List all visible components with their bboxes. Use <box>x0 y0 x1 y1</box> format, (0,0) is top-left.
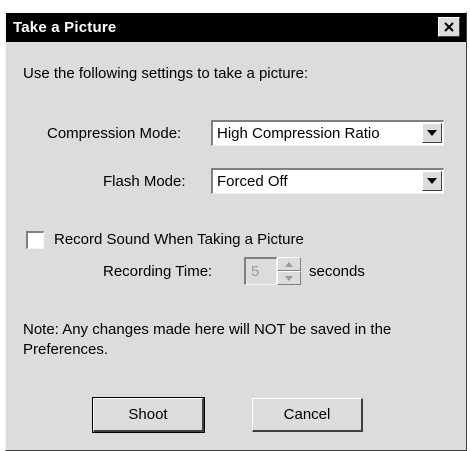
chevron-down-icon <box>427 130 437 136</box>
flash-mode-value: Forced Off <box>217 173 288 190</box>
record-sound-checkbox[interactable] <box>26 231 44 249</box>
record-sound-label[interactable]: Record Sound When Taking a Picture <box>54 231 304 248</box>
compression-mode-select[interactable]: High Compression Ratio <box>211 120 444 146</box>
note-line-1: Note: Any changes made here will NOT be … <box>23 321 392 338</box>
spin-up-button[interactable] <box>277 257 301 271</box>
arrow-up-icon <box>285 261 293 267</box>
spin-down-button[interactable] <box>277 271 301 285</box>
flash-mode-label: Flash Mode: <box>103 173 186 190</box>
compression-mode-label: Compression Mode: <box>47 125 182 142</box>
flash-dropdown-button[interactable] <box>422 171 442 191</box>
cancel-button[interactable]: Cancel <box>252 398 363 432</box>
compression-dropdown-button[interactable] <box>422 123 442 143</box>
note-line-2: Preferences. <box>23 341 109 358</box>
take-picture-dialog: Take a Picture Use the following setting… <box>5 12 467 451</box>
title-bar[interactable]: Take a Picture <box>6 13 466 42</box>
close-button[interactable] <box>438 17 460 37</box>
recording-time-input[interactable]: 5 <box>244 257 277 285</box>
recording-time-unit: seconds <box>309 263 365 280</box>
shoot-button[interactable]: Shoot <box>92 397 205 433</box>
arrow-down-icon <box>285 275 293 281</box>
recording-time-label: Recording Time: <box>103 263 213 280</box>
chevron-down-icon <box>427 178 437 184</box>
compression-mode-value: High Compression Ratio <box>217 125 380 142</box>
dialog-title: Take a Picture <box>13 19 117 36</box>
flash-mode-select[interactable]: Forced Off <box>211 168 444 194</box>
close-icon <box>444 22 454 32</box>
intro-text: Use the following settings to take a pic… <box>23 65 309 82</box>
recording-time-value: 5 <box>251 263 260 280</box>
